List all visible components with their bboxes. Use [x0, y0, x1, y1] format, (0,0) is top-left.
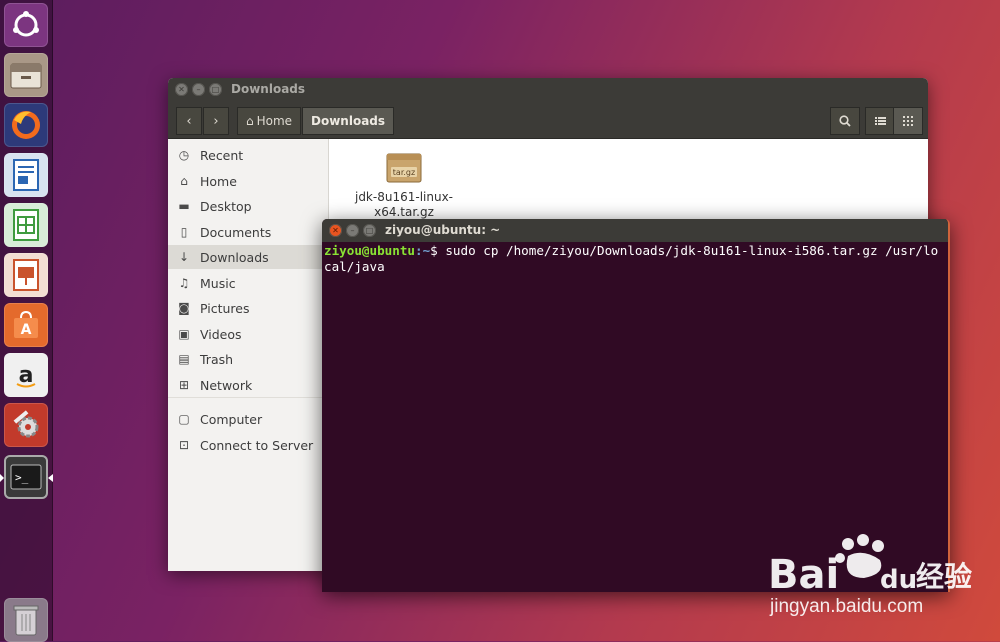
download-icon: ↓ [178, 250, 190, 264]
amazon-icon[interactable]: a [4, 353, 48, 397]
window-title: ziyou@ubuntu: ~ [385, 223, 501, 237]
search-button[interactable] [830, 107, 860, 135]
sidebar-item-music[interactable]: ♫ Music [168, 271, 328, 295]
firefox-icon[interactable] [4, 103, 48, 147]
file-manager-titlebar[interactable]: ✕ – □ Downloads [168, 78, 928, 102]
launcher-running-indicator [0, 474, 4, 482]
watermark-brand2: du [880, 565, 917, 595]
back-button[interactable]: ‹ [176, 107, 202, 135]
grid-icon [903, 116, 913, 126]
sidebar-item-network[interactable]: ⊞ Network [168, 373, 328, 397]
prompt-user: ziyou@ubuntu [324, 243, 415, 258]
minimize-button[interactable]: – [192, 83, 205, 96]
svg-text:a: a [19, 363, 34, 388]
sidebar-item-computer[interactable]: ▢ Computer [168, 407, 328, 431]
file-name-line1: jdk-8u161-linux- [354, 190, 453, 204]
places-sidebar: ◷ Recent ⌂ Home ▬ Desktop ▯ Documents ↓ Downl… [168, 139, 329, 571]
ubuntu-software-icon[interactable]: A [4, 303, 48, 347]
maximize-button[interactable]: □ [209, 83, 222, 96]
archive-badge: tar.gz [393, 168, 415, 177]
sidebar-item-desktop[interactable]: ▬ Desktop [168, 194, 328, 218]
libreoffice-writer-icon[interactable] [4, 153, 48, 197]
home-icon: ⌂ [180, 174, 188, 188]
file-name: jdk-8u161-linux- x64.tar.gz [354, 190, 454, 220]
file-item[interactable]: tar.gz jdk-8u161-linux- x64.tar.gz [354, 150, 454, 220]
sidebar-item-label: Connect to Server [200, 437, 314, 453]
svg-text:A: A [21, 322, 32, 338]
trash-icon[interactable] [4, 598, 48, 642]
terminal-titlebar[interactable]: ✕ – □ ziyou@ubuntu: ~ [322, 219, 948, 242]
list-view-button[interactable] [865, 107, 895, 135]
prompt-symbol: $ [430, 243, 446, 258]
sidebar-item-label: Pictures [200, 300, 250, 316]
trash-icon: ▤ [178, 352, 190, 366]
sidebar-item-label: Music [200, 275, 236, 291]
file-manager-toolbar: ‹ › ⌂ Home Downloads [168, 102, 928, 139]
chevron-right-icon: › [213, 113, 219, 129]
server-icon: ⊡ [178, 438, 190, 452]
home-icon: ⌂ [246, 114, 254, 128]
sidebar-item-label: Computer [200, 411, 263, 427]
launcher-active-indicator [48, 474, 53, 482]
window-title: Downloads [231, 82, 306, 96]
svg-text:>_: >_ [15, 471, 29, 484]
minimize-button[interactable]: – [346, 224, 359, 237]
list-icon [874, 117, 886, 125]
document-icon: ▯ [180, 225, 188, 239]
sidebar-item-recent[interactable]: ◷ Recent [168, 143, 328, 167]
terminal-icon[interactable]: >_ [4, 455, 48, 499]
file-name-line2: x64.tar.gz [374, 205, 434, 219]
music-icon: ♫ [178, 276, 190, 290]
maximize-button[interactable]: □ [363, 224, 376, 237]
sidebar-item-pictures[interactable]: ◙ Pictures [168, 296, 328, 320]
computer-icon: ▢ [178, 412, 190, 426]
breadcrumb-current[interactable]: Downloads [302, 107, 395, 135]
libreoffice-calc-icon[interactable] [4, 203, 48, 247]
sidebar-item-downloads[interactable]: ↓ Downloads [168, 245, 328, 269]
libreoffice-impress-icon[interactable] [4, 253, 48, 297]
sidebar-item-label: Videos [200, 326, 242, 342]
watermark-brand-cn: 经验 [916, 560, 972, 593]
camera-icon: ◙ [178, 301, 190, 315]
search-icon [839, 115, 851, 127]
forward-button[interactable]: › [203, 107, 229, 135]
sidebar-item-label: Downloads [200, 249, 269, 265]
clock-icon: ◷ [178, 148, 190, 162]
terminal-output[interactable]: ziyou@ubuntu:~$ sudo cp /home/ziyou/Down… [324, 243, 944, 275]
launcher: A a >_ [0, 0, 53, 642]
prompt-path: :~ [415, 243, 431, 258]
close-button[interactable]: ✕ [175, 83, 188, 96]
ubuntu-dash-icon[interactable] [4, 3, 48, 47]
breadcrumb-home[interactable]: ⌂ Home [237, 107, 302, 135]
baidu-watermark: Bai du 经验 [768, 534, 972, 598]
folder-icon: ▬ [178, 199, 190, 213]
sidebar-item-label: Desktop [200, 198, 252, 214]
sidebar-separator [168, 397, 328, 398]
chevron-left-icon: ‹ [186, 113, 192, 129]
sidebar-item-label: Trash [200, 351, 234, 367]
sidebar-item-trash[interactable]: ▤ Trash [168, 347, 328, 371]
grid-view-button[interactable] [893, 107, 923, 135]
film-icon: ▣ [178, 327, 190, 341]
network-icon: ⊞ [178, 378, 190, 392]
sidebar-item-label: Documents [200, 224, 272, 240]
sidebar-item-home[interactable]: ⌂ Home [168, 169, 328, 193]
sidebar-item-label: Home [200, 173, 237, 189]
system-settings-icon[interactable] [4, 403, 48, 447]
close-button[interactable]: ✕ [329, 224, 342, 237]
sidebar-item-documents[interactable]: ▯ Documents [168, 220, 328, 244]
sidebar-item-connect-to-server[interactable]: ⊡ Connect to Server [168, 433, 328, 457]
watermark-brand: Bai [768, 552, 839, 598]
sidebar-item-label: Recent [200, 147, 244, 163]
breadcrumb-home-label: Home [256, 114, 293, 128]
files-icon[interactable] [4, 53, 48, 97]
sidebar-item-videos[interactable]: ▣ Videos [168, 322, 328, 346]
watermark-url: jingyan.baidu.com [770, 596, 924, 617]
breadcrumb-current-label: Downloads [311, 114, 386, 128]
sidebar-item-label: Network [200, 377, 253, 393]
archive-icon: tar.gz [386, 153, 422, 183]
